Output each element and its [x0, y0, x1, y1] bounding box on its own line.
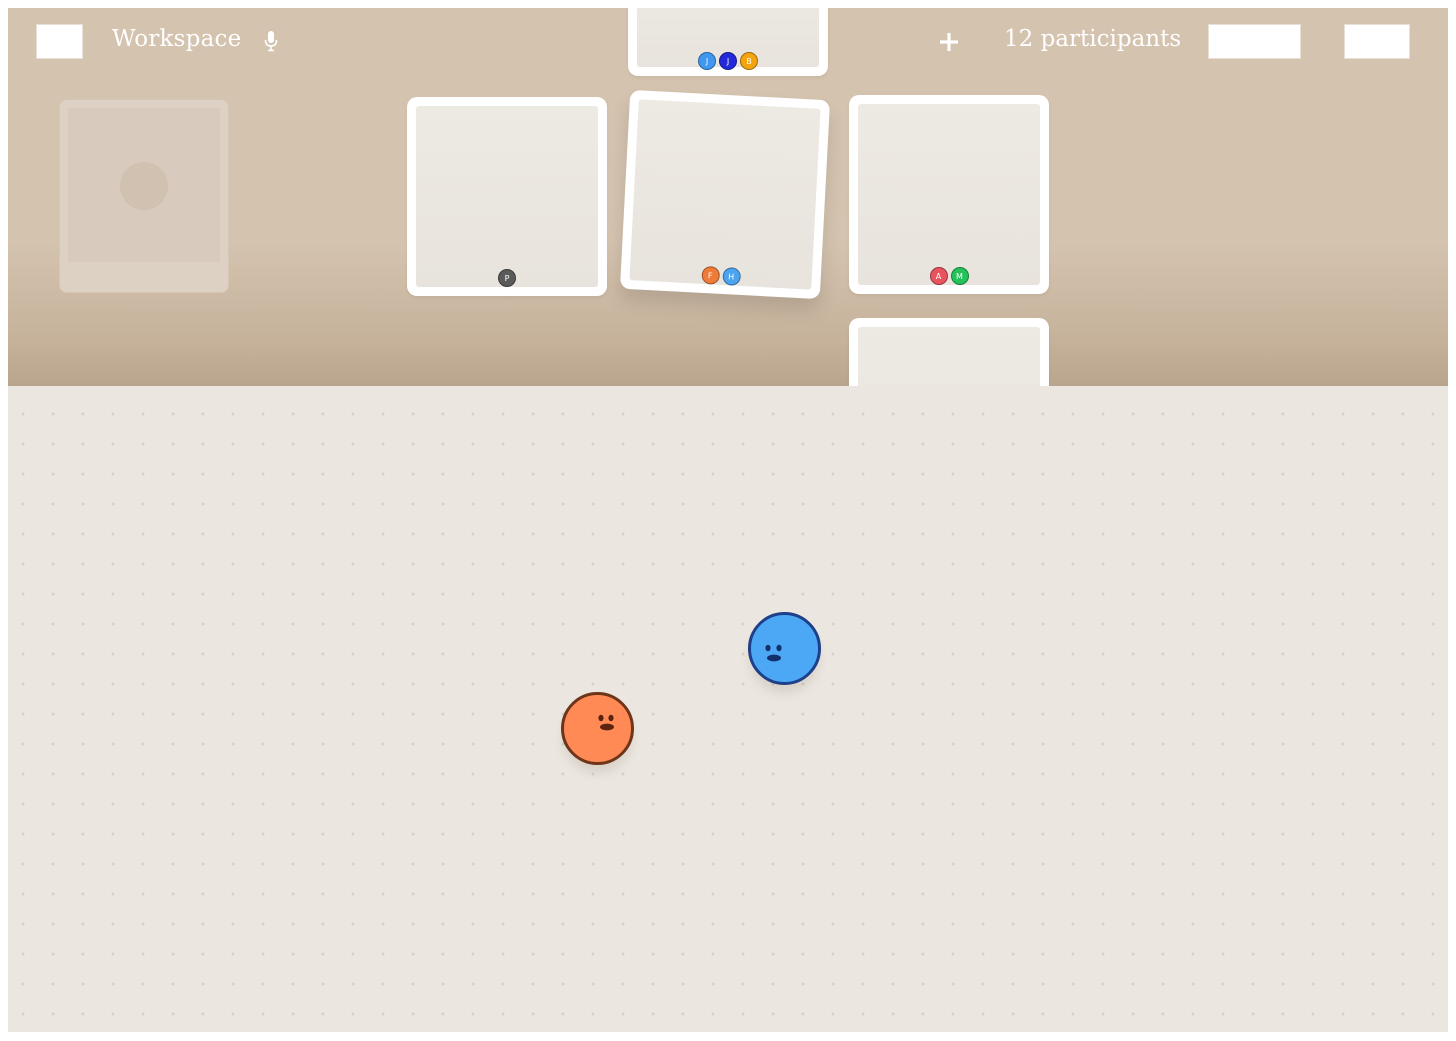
dotted-canvas[interactable]: [8, 386, 1448, 1032]
character-face-icon: [765, 644, 782, 662]
header-secondary-button[interactable]: [1344, 24, 1410, 59]
room-participants: J J B: [628, 52, 828, 70]
participants-count[interactable]: 12 participants: [1004, 26, 1181, 52]
character-face-icon: [598, 714, 614, 731]
participant-avatar-p[interactable]: P: [498, 269, 516, 287]
placeholder-room-card: [59, 99, 229, 293]
room-card-top[interactable]: J J B: [628, 8, 828, 76]
rooms-area: J J B P F H A M Workspace 12 participant…: [8, 8, 1448, 386]
menu-button[interactable]: [36, 24, 83, 59]
room-card-center[interactable]: F H: [619, 89, 831, 300]
participant-avatar-f[interactable]: F: [700, 265, 720, 285]
room-card-right[interactable]: A M: [849, 95, 1049, 294]
app-window: J J B P F H A M Workspace 12 participant…: [8, 8, 1448, 1032]
placeholder-avatar: [120, 162, 168, 210]
workspace-title[interactable]: Workspace: [112, 26, 241, 52]
participant-avatar-m[interactable]: M: [950, 267, 969, 285]
room-card-bottom[interactable]: [849, 318, 1049, 386]
orange-character-avatar[interactable]: [561, 692, 634, 765]
room-participants: P: [407, 269, 607, 287]
room-card-left[interactable]: P: [407, 97, 607, 296]
room-preview: [629, 99, 821, 290]
participant-avatar-j[interactable]: J: [719, 52, 737, 70]
room-preview: [858, 327, 1040, 386]
participant-avatar-j[interactable]: J: [698, 52, 716, 70]
room-preview: [858, 104, 1040, 285]
plus-icon[interactable]: [938, 31, 960, 53]
participant-avatar-a[interactable]: A: [929, 267, 948, 285]
room-preview: [416, 106, 598, 287]
participant-avatar-h[interactable]: H: [721, 266, 741, 286]
placeholder-room-preview: [68, 108, 220, 262]
room-participants: A M: [849, 267, 1049, 285]
blue-character-avatar[interactable]: [748, 612, 821, 685]
participant-avatar-b[interactable]: B: [740, 52, 758, 70]
microphone-icon[interactable]: [264, 31, 278, 53]
header-action-button[interactable]: [1208, 24, 1301, 59]
